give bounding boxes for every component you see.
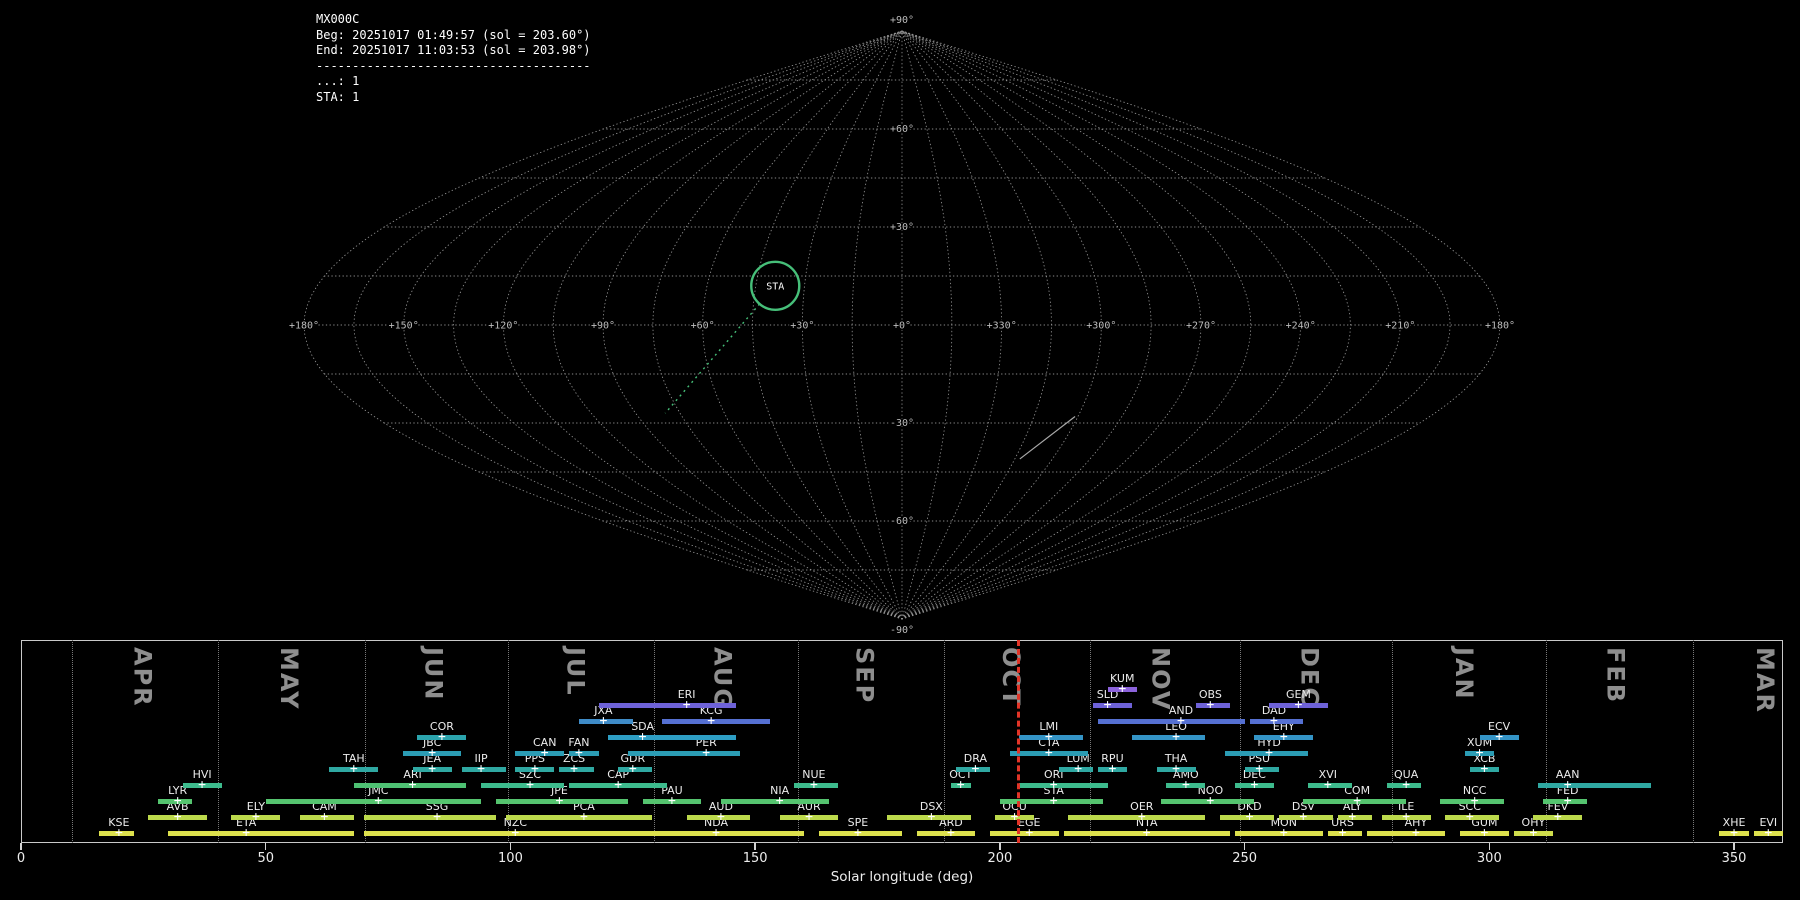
x-tick-label: 350 xyxy=(1722,851,1747,866)
current-solar-longitude-line xyxy=(1017,640,1020,843)
shower-label-COR: COR xyxy=(430,721,454,732)
x-tick xyxy=(999,843,1001,850)
shower-label-NUE: NUE xyxy=(802,769,825,780)
shower-label-RPU: RPU xyxy=(1101,753,1123,764)
shower-bar-PER xyxy=(628,751,741,756)
shower-label-AND: AND xyxy=(1169,705,1193,716)
shower-label-LMI: LMI xyxy=(1039,721,1058,732)
shower-bar-SLD xyxy=(1093,703,1132,708)
shower-label-TAH: TAH xyxy=(343,753,365,764)
x-tick-label: 0 xyxy=(17,851,25,866)
shower-label-EVI: EVI xyxy=(1759,817,1777,828)
month-boundary-line xyxy=(72,640,73,843)
shower-label-DRA: DRA xyxy=(964,753,987,764)
month-boundary-line xyxy=(654,640,655,843)
meteor-radiant-screen: { "header": { "station": "MX000C", "line… xyxy=(0,0,1800,900)
shower-label-NCC: NCC xyxy=(1463,785,1487,796)
x-tick xyxy=(1733,843,1735,850)
x-tick xyxy=(754,843,756,850)
x-tick xyxy=(20,843,22,850)
shower-label-DSX: DSX xyxy=(920,801,943,812)
x-tick xyxy=(265,843,267,850)
shower-label-GEM: GEM xyxy=(1286,689,1311,700)
shower-label-NIA: NIA xyxy=(770,785,789,796)
month-label: APR xyxy=(128,647,156,708)
shower-label-ERI: ERI xyxy=(678,689,696,700)
shower-bar-AHY xyxy=(1367,831,1445,836)
month-boundary-line xyxy=(1392,640,1393,843)
shower-label-THA: THA xyxy=(1165,753,1188,764)
month-boundary-line xyxy=(508,640,509,843)
month-label: JUL xyxy=(562,647,590,697)
x-tick-label: 250 xyxy=(1232,851,1257,866)
shower-label-QUA: QUA xyxy=(1394,769,1418,780)
month-label: OCT xyxy=(997,647,1025,707)
x-tick-label: 100 xyxy=(498,851,523,866)
shower-label-XHE: XHE xyxy=(1723,817,1746,828)
x-tick-label: 150 xyxy=(743,851,768,866)
shower-label-AAN: AAN xyxy=(1556,769,1580,780)
shower-label-IIP: IIP xyxy=(475,753,488,764)
month-label: SEP xyxy=(850,647,878,704)
shower-bar-LEO xyxy=(1132,735,1205,740)
shower-label-OBS: OBS xyxy=(1199,689,1222,700)
x-tick-label: 50 xyxy=(257,851,274,866)
month-label: MAR xyxy=(1751,647,1779,714)
shower-label-FAN: FAN xyxy=(568,737,589,748)
shower-bar-ORI xyxy=(1019,783,1107,788)
shower-label-ECV: ECV xyxy=(1488,721,1510,732)
shower-bar-FAN xyxy=(569,751,598,756)
shower-label-KUM: KUM xyxy=(1110,673,1134,684)
month-label: AUG xyxy=(708,647,736,710)
shower-bar-SZC xyxy=(481,783,564,788)
shower-bar-SSG xyxy=(364,815,496,820)
activity-chart: APRMAYJUNJULAUGSEPOCTNOVDECJANFEBMAR+KSE… xyxy=(0,0,1800,900)
month-boundary-line xyxy=(1693,640,1694,843)
month-boundary-line xyxy=(218,640,219,843)
x-tick-label: 200 xyxy=(987,851,1012,866)
shower-label-SDA: SDA xyxy=(631,721,654,732)
month-label: JUN xyxy=(420,647,448,702)
shower-label-OER: OER xyxy=(1130,801,1153,812)
month-label: NOV xyxy=(1146,647,1174,711)
x-tick xyxy=(510,843,512,850)
month-boundary-line xyxy=(1090,640,1091,843)
month-boundary-line xyxy=(944,640,945,843)
shower-label-KSE: KSE xyxy=(108,817,129,828)
month-boundary-line xyxy=(365,640,366,843)
shower-label-ELY: ELY xyxy=(247,801,265,812)
shower-label-HVI: HVI xyxy=(193,769,212,780)
x-tick xyxy=(1489,843,1491,850)
shower-label-XVI: XVI xyxy=(1319,769,1337,780)
shower-bar-KCG xyxy=(662,719,770,724)
shower-bar-AAN xyxy=(1538,783,1651,788)
shower-label-CAN: CAN xyxy=(533,737,556,748)
x-tick-label: 300 xyxy=(1477,851,1502,866)
month-label: FEB xyxy=(1602,647,1630,704)
x-axis-label: Solar longitude (deg) xyxy=(831,869,974,885)
month-label: JAN xyxy=(1450,647,1478,701)
shower-label-SPE: SPE xyxy=(848,817,869,828)
shower-bar-NZC xyxy=(364,831,628,836)
shower-bar-AND xyxy=(1098,719,1245,724)
month-label: MAY xyxy=(275,647,303,711)
shower-bar-ETA xyxy=(168,831,354,836)
shower-bar-ERI xyxy=(599,703,736,708)
shower-bar-SDA xyxy=(608,735,735,740)
x-tick xyxy=(1244,843,1246,850)
